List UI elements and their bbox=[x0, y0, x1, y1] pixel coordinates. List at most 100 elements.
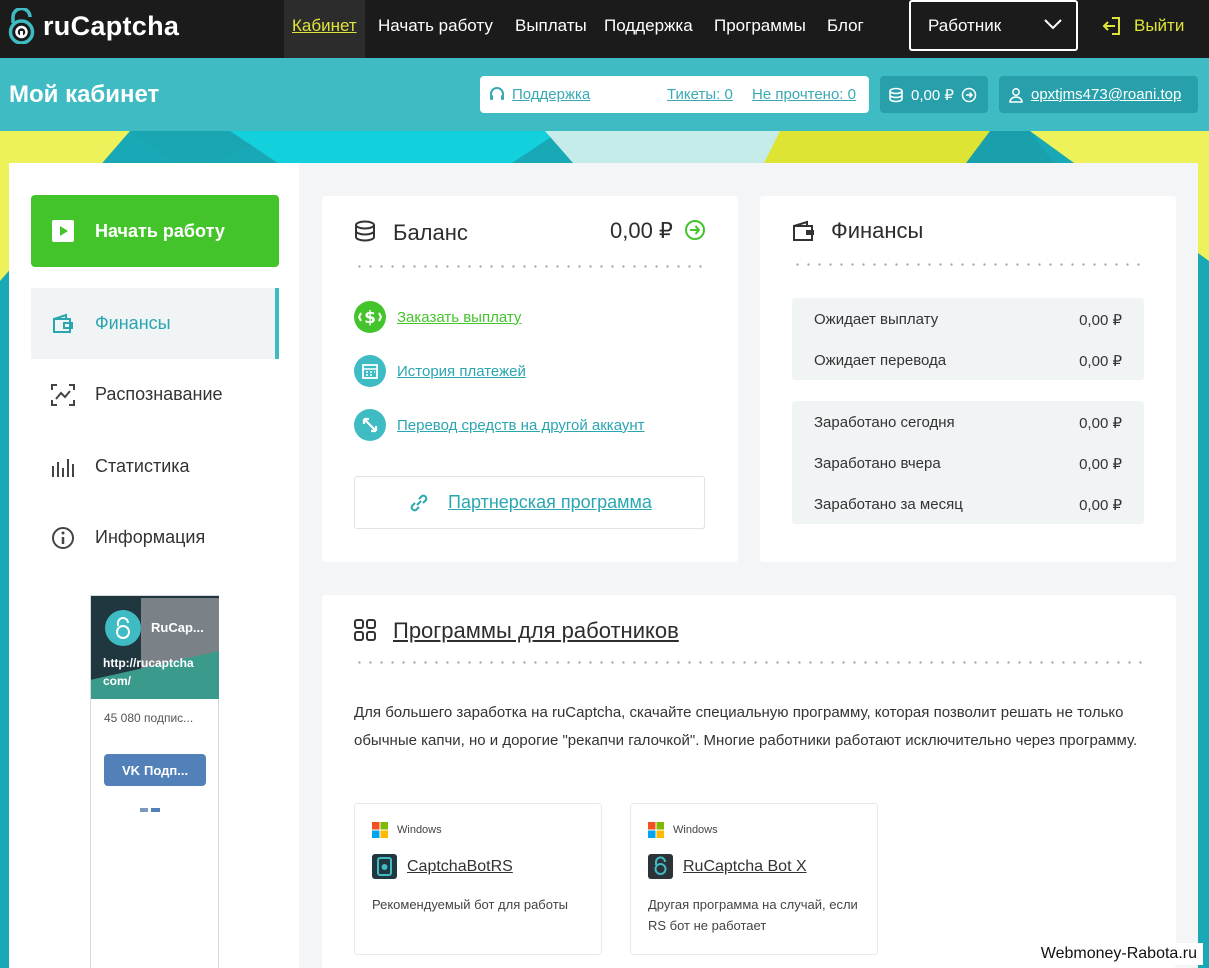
wallet-icon bbox=[53, 313, 73, 333]
svg-text:$: $ bbox=[364, 308, 376, 328]
os-label: Windows bbox=[673, 824, 718, 836]
fin-row-earned-today: Заработано сегодня 0,00 ₽ bbox=[814, 414, 1122, 432]
support-link[interactable]: Поддержка bbox=[512, 86, 590, 103]
arrow-circle-right-icon[interactable] bbox=[684, 219, 706, 241]
scan-chart-icon bbox=[51, 383, 75, 406]
order-payout-label: Заказать выплату bbox=[397, 308, 522, 326]
brand-name: ruCaptcha bbox=[43, 10, 180, 41]
dotted-divider bbox=[792, 263, 1144, 266]
transfer-link[interactable]: Перевод средств на другой аккаунт bbox=[354, 409, 645, 441]
vk-subscribe-button[interactable]: VK Подп... bbox=[104, 754, 206, 786]
earned-box: Заработано сегодня 0,00 ₽ Заработано вче… bbox=[792, 401, 1144, 524]
page-title: Мой кабинет bbox=[9, 81, 160, 108]
coins-icon bbox=[355, 220, 375, 242]
fin-row-pending-payout: Ожидает выплату 0,00 ₽ bbox=[814, 311, 1122, 329]
program-link[interactable]: CaptchaBotRS bbox=[372, 854, 513, 879]
balance-chip-value: 0,00 ₽ bbox=[911, 86, 954, 104]
program-description: Рекомендуемый бот для работы bbox=[372, 897, 568, 912]
user-email: opxtjms473@roani.top bbox=[1031, 86, 1182, 103]
arrow-circle-right-icon bbox=[961, 87, 977, 102]
nav-cabinet[interactable]: Кабинет bbox=[284, 0, 365, 58]
rucaptcha-bot-app-icon bbox=[648, 854, 673, 879]
os-row: Windows bbox=[648, 822, 718, 838]
sidebar-item-label: Финансы bbox=[95, 313, 171, 333]
program-card-rucaptcha-bot-x: Windows RuCaptcha Bot X Другая программа… bbox=[630, 803, 878, 955]
bar-chart-icon bbox=[52, 458, 74, 477]
info-icon bbox=[52, 526, 74, 549]
vk-group-cover[interactable]: RuCap... http://rucaptcha com/ bbox=[91, 596, 219, 699]
fin-label: Заработано за месяц bbox=[814, 496, 963, 513]
nav-start-work[interactable]: Начать работу bbox=[378, 0, 493, 58]
captchabot-app-icon bbox=[372, 854, 397, 879]
sidebar-item-recognition[interactable]: Распознавание bbox=[31, 359, 279, 430]
start-work-label: Начать работу bbox=[95, 220, 225, 241]
nav-payouts[interactable]: Выплаты bbox=[515, 0, 587, 58]
balance-title: Баланс bbox=[393, 220, 468, 245]
start-work-button[interactable]: Начать работу bbox=[31, 195, 279, 267]
user-chip[interactable]: opxtjms473@roani.top bbox=[999, 76, 1198, 113]
vk-pagination-dots bbox=[140, 808, 160, 812]
nav-blog[interactable]: Блог bbox=[827, 0, 864, 58]
fin-label: Заработано вчера bbox=[814, 455, 941, 472]
order-payout-link[interactable]: $ Заказать выплату bbox=[354, 301, 521, 333]
payment-history-label: История платежей bbox=[397, 362, 526, 380]
windows-icon bbox=[648, 822, 664, 838]
vk-group-url-2: com/ bbox=[103, 674, 132, 688]
os-label: Windows bbox=[397, 824, 442, 836]
nav-programs[interactable]: Программы bbox=[714, 0, 806, 58]
dotted-divider bbox=[354, 265, 706, 268]
partner-program-button[interactable]: Партнерская программа bbox=[354, 476, 705, 529]
lock-icon bbox=[116, 617, 130, 639]
program-link[interactable]: RuCaptcha Bot X bbox=[648, 854, 807, 879]
partner-program-label: Партнерская программа bbox=[448, 492, 652, 512]
play-icon bbox=[52, 220, 74, 242]
program-name: RuCaptcha Bot X bbox=[683, 857, 807, 875]
fin-label: Заработано сегодня bbox=[814, 414, 955, 431]
transfer-label: Перевод средств на другой аккаунт bbox=[397, 416, 645, 434]
grid-icon bbox=[354, 619, 376, 641]
unread-link[interactable]: Не прочтено: 0 bbox=[752, 86, 856, 103]
lock-logo-icon bbox=[8, 8, 35, 44]
logout-icon bbox=[1102, 17, 1120, 35]
vk-subscribers: 45 080 подпис... bbox=[104, 711, 194, 725]
vk-subscribe-label: Подп... bbox=[144, 762, 189, 778]
vk-group-url: http://rucaptcha bbox=[103, 656, 194, 670]
fin-value: 0,00 ₽ bbox=[1079, 353, 1122, 370]
sidebar-item-statistics[interactable]: Статистика bbox=[31, 431, 279, 502]
cabinet-header: Мой кабинет Поддержка Тикеты: 0 Не прочт… bbox=[0, 58, 1209, 131]
balance-card: Баланс 0,00 ₽ $ Заказать выплату История… bbox=[322, 196, 738, 562]
role-select[interactable]: Работник bbox=[909, 0, 1078, 51]
top-navigation: ruCaptcha Кабинет Начать работу Выплаты … bbox=[0, 0, 1209, 58]
calendar-icon bbox=[354, 355, 386, 387]
finance-title: Финансы bbox=[831, 218, 924, 243]
support-bar: Поддержка Тикеты: 0 Не прочтено: 0 bbox=[480, 76, 869, 113]
payment-history-link[interactable]: История платежей bbox=[354, 355, 526, 387]
sidebar-item-finances[interactable]: Финансы bbox=[31, 288, 279, 359]
fin-value: 0,00 ₽ bbox=[1079, 497, 1122, 514]
transfer-arrows-icon bbox=[354, 409, 386, 441]
nav-support[interactable]: Поддержка bbox=[604, 0, 693, 58]
logo[interactable]: ruCaptcha bbox=[8, 8, 179, 44]
program-name: CaptchaBotRS bbox=[407, 857, 513, 875]
fin-label: Ожидает перевода bbox=[814, 352, 947, 369]
fin-label: Ожидает выплату bbox=[814, 311, 939, 328]
watermark: Webmoney-Rabota.ru bbox=[1034, 943, 1203, 965]
programs-card: Программы для работников Для большего за… bbox=[322, 595, 1176, 968]
sidebar-item-label: Информация bbox=[95, 527, 206, 547]
fin-row-pending-transfer: Ожидает перевода 0,00 ₽ bbox=[814, 352, 1122, 370]
sidebar-item-information[interactable]: Информация bbox=[31, 502, 279, 573]
tickets-link[interactable]: Тикеты: 0 bbox=[667, 86, 733, 103]
finance-card: Финансы Ожидает выплату 0,00 ₽ Ожидает п… bbox=[760, 196, 1176, 562]
vk-logo-icon: VK bbox=[121, 762, 140, 778]
logout-link[interactable]: Выйти bbox=[1102, 0, 1184, 52]
headset-icon bbox=[490, 87, 504, 100]
coins-icon bbox=[889, 87, 903, 102]
pending-box: Ожидает выплату 0,00 ₽ Ожидает перевода … bbox=[792, 298, 1144, 380]
balance-chip[interactable]: 0,00 ₽ bbox=[880, 76, 988, 113]
dollar-exchange-icon: $ bbox=[354, 301, 386, 333]
programs-title-link[interactable]: Программы для работников bbox=[393, 618, 679, 644]
program-card-captchabotrs: Windows CaptchaBotRS Рекомендуемый бот д… bbox=[354, 803, 602, 955]
user-icon bbox=[1009, 87, 1023, 103]
vk-group-name: RuCap... bbox=[151, 620, 204, 635]
balance-amount: 0,00 ₽ bbox=[610, 218, 673, 243]
